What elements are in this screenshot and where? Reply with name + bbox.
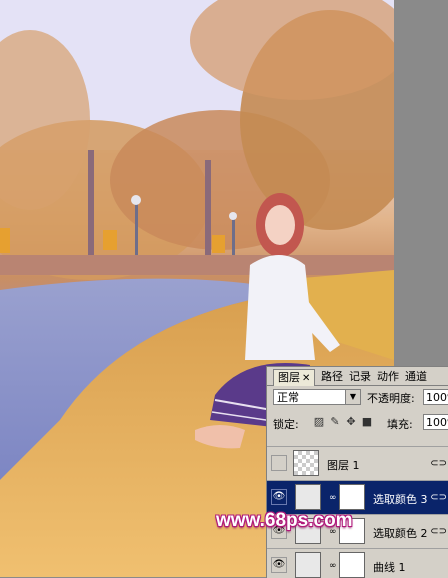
layer-name: 曲线 1 bbox=[373, 561, 406, 574]
tab-paths[interactable]: 路径 bbox=[321, 369, 343, 385]
chevron-down-icon[interactable]: ▼ bbox=[345, 390, 360, 404]
lock-transparent-icon[interactable]: ▨ bbox=[313, 416, 325, 428]
tab-layers[interactable]: 图层 ✕ bbox=[273, 369, 316, 386]
fill-label: 填充: bbox=[387, 418, 413, 431]
layer-name: 选取颜色 3 bbox=[373, 493, 428, 506]
mask-thumbnail bbox=[339, 484, 365, 510]
layer-name: 图层 1 bbox=[327, 459, 360, 472]
panel-tabs: 图层 ✕ 路径 记录 动作 通道 bbox=[267, 367, 448, 386]
close-icon[interactable]: ✕ bbox=[302, 373, 310, 384]
eye-icon[interactable]: 👁 bbox=[271, 557, 287, 573]
link-icon: ⊂⊃ bbox=[430, 526, 447, 537]
layer-row[interactable]: 图层 1 ⊂⊃ bbox=[267, 446, 448, 481]
link-icon: ⊂⊃ bbox=[430, 492, 447, 503]
watermark: www.68ps.com bbox=[216, 510, 353, 531]
layer-thumbnail bbox=[293, 450, 319, 476]
visibility-toggle[interactable] bbox=[271, 455, 287, 471]
layer-name: 选取颜色 2 bbox=[373, 527, 428, 540]
lock-all-icon[interactable]: ■ bbox=[361, 416, 373, 428]
lock-brush-icon[interactable]: ✎ bbox=[329, 416, 341, 428]
lock-label: 锁定: bbox=[273, 418, 299, 431]
curves-thumbnail bbox=[295, 552, 321, 578]
tab-actions[interactable]: 动作 bbox=[377, 369, 399, 385]
lock-row: 锁定: ▨ ✎ ✥ ■ 填充: 100% bbox=[271, 413, 448, 433]
eye-icon[interactable]: 👁 bbox=[271, 489, 287, 505]
blend-row: 正常 ▼ 不透明度: 100% bbox=[271, 389, 448, 409]
opacity-input[interactable]: 100% bbox=[423, 389, 448, 405]
chain-icon[interactable]: ∞ bbox=[329, 560, 337, 572]
blend-mode-value: 正常 bbox=[277, 391, 299, 404]
layers-panel: 图层✕ 路径 记录 动作 通道 正常 ▼ 不透明度: 100% 锁定: ▨ ✎ … bbox=[266, 366, 448, 578]
link-icon: ⊂⊃ bbox=[430, 458, 447, 469]
tab-history[interactable]: 记录 bbox=[349, 369, 371, 385]
chain-icon[interactable]: ∞ bbox=[329, 492, 337, 504]
mask-thumbnail bbox=[339, 552, 365, 578]
layer-row[interactable]: 👁 ∞ 曲线 1 bbox=[267, 548, 448, 578]
adjustment-thumbnail bbox=[295, 484, 321, 510]
blend-mode-select[interactable]: 正常 ▼ bbox=[273, 389, 361, 405]
lock-move-icon[interactable]: ✥ bbox=[345, 416, 357, 428]
tab-layers-label: 图层 bbox=[278, 371, 300, 384]
opacity-label: 不透明度: bbox=[367, 392, 415, 405]
fill-input[interactable]: 100% bbox=[423, 414, 448, 430]
tab-channels[interactable]: 通道 bbox=[405, 369, 427, 385]
